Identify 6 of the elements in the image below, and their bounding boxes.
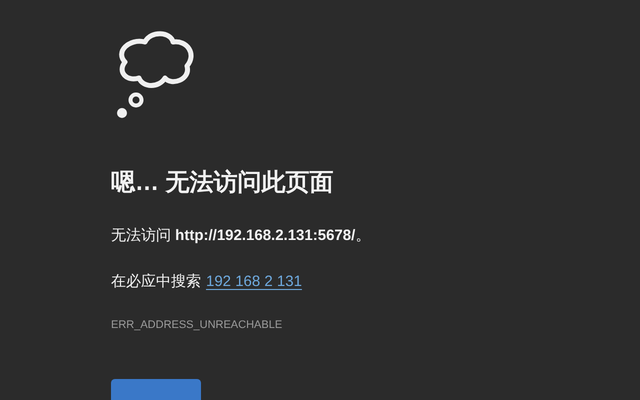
error-title: 嗯… 无法访问此页面	[111, 168, 335, 198]
error-code: ERR_ADDRESS_UNREACHABLE	[111, 319, 284, 331]
action-button[interactable]	[111, 379, 201, 400]
error-message: 无法访问 http://192.168.2.131:5678/。	[111, 226, 372, 246]
search-label: 在必应中搜索	[111, 272, 201, 292]
search-link[interactable]: 192 168 2 131	[206, 272, 302, 292]
